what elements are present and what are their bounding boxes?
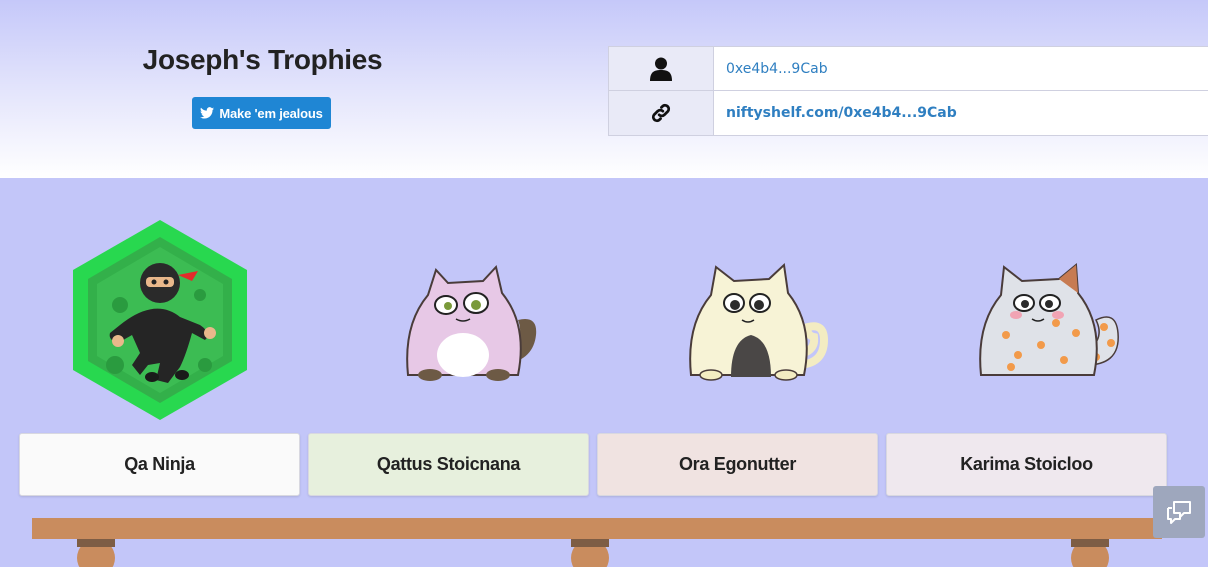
trophy-name-2: Qattus Stoicnana xyxy=(376,454,521,474)
shelf-leg xyxy=(1071,539,1109,567)
wallet-address[interactable]: 0xe4b4...9Cab xyxy=(726,47,828,90)
link-icon xyxy=(651,103,671,123)
trophy-name-1: Qa Ninja xyxy=(124,454,195,474)
twitter-icon xyxy=(200,107,215,119)
address-row: 0xe4b4...9Cab xyxy=(609,47,1208,91)
pink-cat-icon xyxy=(406,264,537,381)
shelf-leg xyxy=(571,539,609,567)
trophy-card-3[interactable]: Ora Egonutter xyxy=(597,433,878,496)
trophy-spotted-cat[interactable] xyxy=(946,215,1146,425)
link-icon-cell xyxy=(609,91,714,135)
trophy-name-3: Ora Egonutter xyxy=(678,454,797,474)
shelf-link[interactable]: niftyshelf.com/0xe4b4...9Cab xyxy=(726,91,957,135)
trophy-pink-cat[interactable] xyxy=(368,215,568,425)
trophy-ninja-badge[interactable] xyxy=(60,215,260,425)
shelf-board xyxy=(32,518,1162,539)
trophy-name-4: Karima Stoicloo xyxy=(960,454,1093,474)
address-icon-cell xyxy=(609,47,714,90)
trophy-card-4[interactable]: Karima Stoicloo xyxy=(886,433,1167,496)
spotted-cat-icon xyxy=(979,262,1119,376)
ninja-hexagon-badge-icon xyxy=(73,220,247,420)
share-button[interactable]: Make 'em jealous xyxy=(192,97,331,129)
chat-bubbles-icon xyxy=(1167,501,1191,524)
user-icon xyxy=(650,57,672,81)
cream-cat-icon xyxy=(689,262,829,381)
trophy-card-2[interactable]: Qattus Stoicnana xyxy=(308,433,589,496)
share-button-label: Make 'em jealous xyxy=(219,105,323,121)
info-table: 0xe4b4...9Cab niftyshelf.com/0xe4b4...9C… xyxy=(608,46,1208,136)
trophy-cream-cat[interactable] xyxy=(656,215,856,425)
page-title: Joseph's Trophies xyxy=(142,44,383,75)
feedback-button[interactable] xyxy=(1153,486,1205,538)
trophy-card-1[interactable]: Qa Ninja xyxy=(19,433,300,496)
link-row: niftyshelf.com/0xe4b4...9Cab xyxy=(609,91,1208,135)
shelf-leg xyxy=(77,539,115,567)
header: Joseph's Trophies Make 'em jealous 0xe4b… xyxy=(0,0,1208,178)
